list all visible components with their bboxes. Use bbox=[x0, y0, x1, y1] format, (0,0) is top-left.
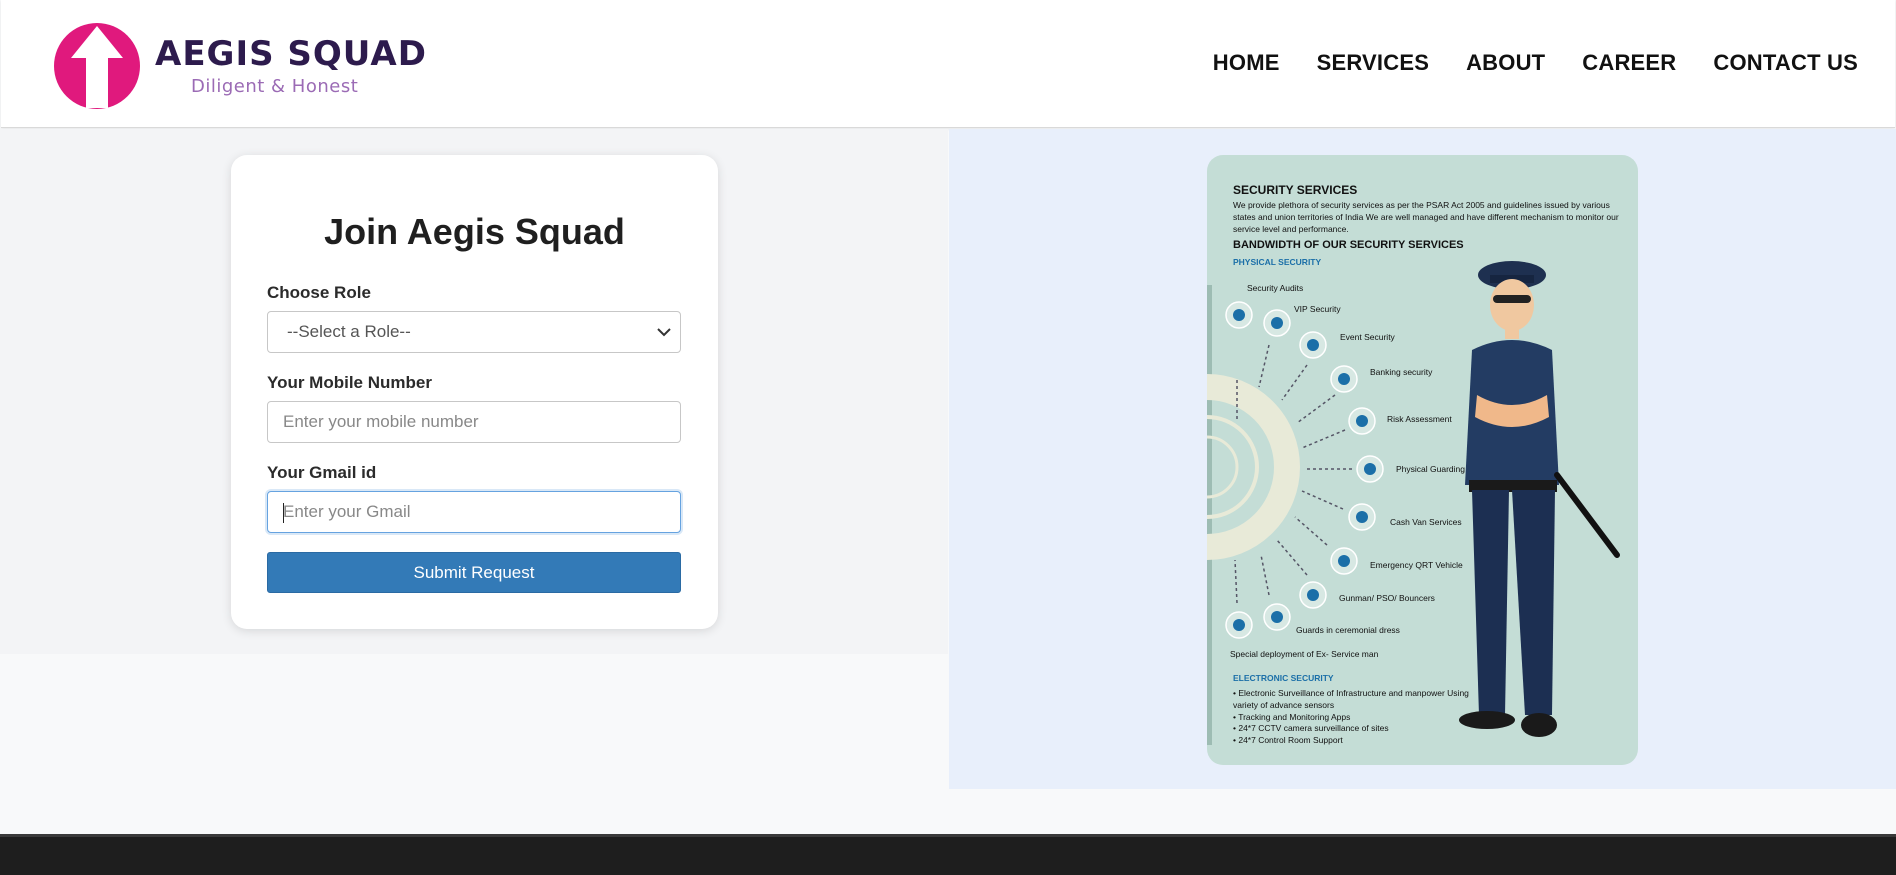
nav-contact-us[interactable]: CONTACT US bbox=[1713, 50, 1858, 76]
nav-services[interactable]: SERVICES bbox=[1317, 50, 1429, 76]
list-item: 24*7 CCTV camera surveillance of sites bbox=[1233, 723, 1493, 735]
list-item: Electronic Surveillance of Infrastructur… bbox=[1233, 688, 1493, 712]
upward-arrow-circle-icon bbox=[54, 23, 140, 109]
gmail-input[interactable]: Enter your Gmail bbox=[267, 491, 681, 533]
brand-name: AEGIS SQUAD bbox=[155, 33, 427, 74]
service-label: Physical Guarding bbox=[1396, 464, 1465, 474]
security-services-poster: SECURITY SERVICES We provide plethora of… bbox=[1207, 155, 1638, 765]
text-caret bbox=[283, 503, 284, 523]
poster-physical-title: PHYSICAL SECURITY bbox=[1233, 257, 1322, 267]
list-item: 24*7 Control Room Support bbox=[1233, 735, 1493, 747]
chevron-down-icon bbox=[657, 328, 671, 337]
join-form-card: Join Aegis Squad Choose Role --Select a … bbox=[231, 155, 718, 629]
main-nav: HOME SERVICES ABOUT CAREER CONTACT US bbox=[1213, 50, 1858, 76]
service-label: Security Audits bbox=[1247, 283, 1304, 293]
nav-career[interactable]: CAREER bbox=[1582, 50, 1676, 76]
form-title: Join Aegis Squad bbox=[324, 211, 625, 252]
poster-title: SECURITY SERVICES bbox=[1233, 183, 1358, 197]
poster-description: We provide plethora of security services… bbox=[1233, 200, 1619, 234]
service-label: Emergency QRT Vehicle bbox=[1370, 560, 1463, 570]
poster-bandwidth-title: BANDWIDTH OF OUR SECURITY SERVICES bbox=[1233, 239, 1464, 251]
site-logo[interactable]: AEGIS SQUAD Diligent & Honest bbox=[53, 22, 427, 110]
mobile-label: Your Mobile Number bbox=[267, 373, 432, 392]
nav-about[interactable]: ABOUT bbox=[1466, 50, 1545, 76]
mobile-input[interactable]: Enter your mobile number bbox=[267, 401, 681, 443]
site-footer bbox=[0, 834, 1896, 875]
service-label: Banking security bbox=[1370, 367, 1433, 377]
service-label: Gunman/ PSO/ Bouncers bbox=[1339, 593, 1435, 603]
service-label: Risk Assessment bbox=[1387, 414, 1452, 424]
service-label: Cash Van Services bbox=[1390, 517, 1462, 527]
list-item: Tracking and Monitoring Apps bbox=[1233, 712, 1493, 724]
poster-electronic-title: ELECTRONIC SECURITY bbox=[1233, 673, 1334, 683]
electronic-security-list: Electronic Surveillance of Infrastructur… bbox=[1233, 688, 1493, 747]
poster-special-deployment: Special deployment of Ex- Service man bbox=[1230, 649, 1379, 659]
gmail-placeholder: Enter your Gmail bbox=[283, 502, 411, 521]
security-guard-illustration bbox=[1459, 261, 1620, 737]
role-select-value: --Select a Role-- bbox=[287, 322, 411, 341]
service-label: Guards in ceremonial dress bbox=[1296, 625, 1400, 635]
nav-home[interactable]: HOME bbox=[1213, 50, 1280, 76]
mobile-placeholder: Enter your mobile number bbox=[283, 412, 479, 431]
service-label: VIP Security bbox=[1294, 304, 1341, 314]
site-header: AEGIS SQUAD Diligent & Honest HOME SERVI… bbox=[1, 0, 1895, 128]
gmail-label: Your Gmail id bbox=[267, 463, 377, 482]
service-label: Event Security bbox=[1340, 332, 1395, 342]
role-label: Choose Role bbox=[267, 283, 371, 302]
submit-request-button[interactable]: Submit Request bbox=[267, 552, 681, 593]
brand-tagline: Diligent & Honest bbox=[191, 75, 359, 97]
role-select[interactable]: --Select a Role-- bbox=[267, 311, 681, 353]
